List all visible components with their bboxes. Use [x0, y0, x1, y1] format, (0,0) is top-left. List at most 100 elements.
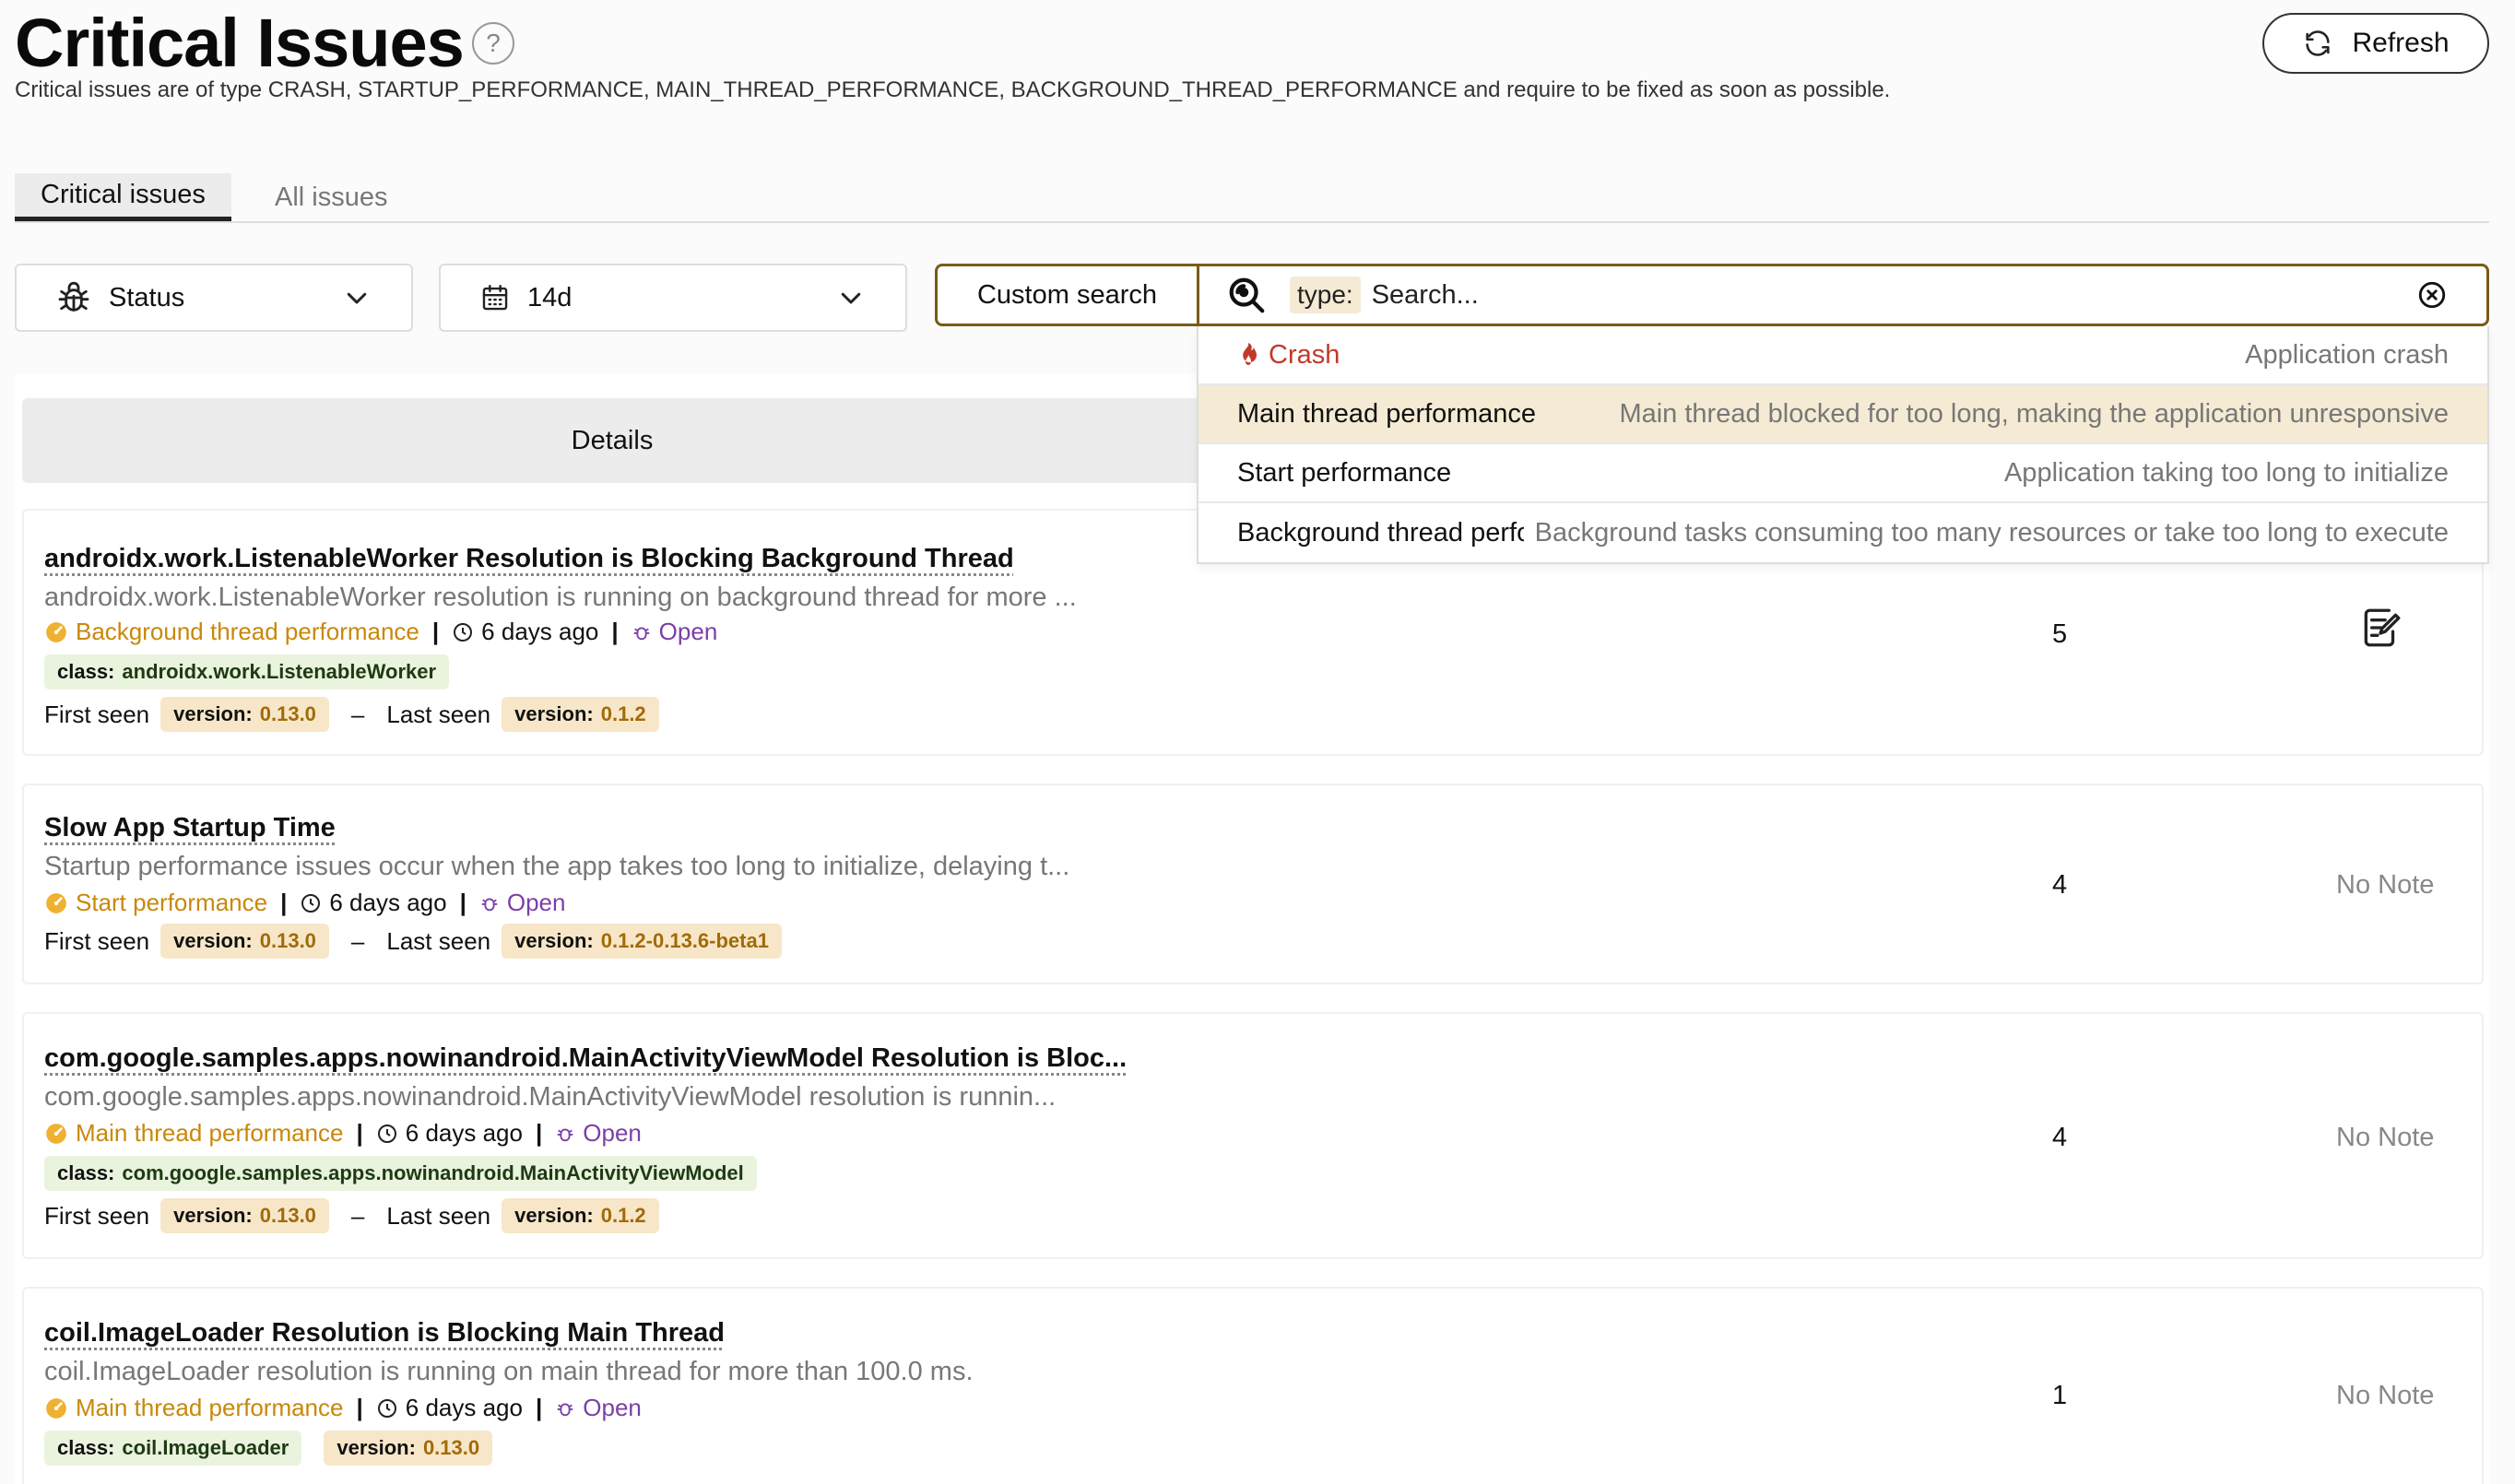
refresh-label: Refresh [2352, 28, 2450, 58]
issue-description: Startup performance issues occur when th… [44, 852, 1070, 881]
issue-note[interactable]: No Note [2336, 1381, 2434, 1411]
issue-status: Open [555, 1394, 642, 1422]
calendar-icon [479, 282, 511, 313]
suggestion-description: Application taking too long to initializ… [2003, 457, 2449, 488]
suggestion-description: Application crash [2245, 339, 2449, 370]
issue-type: Main thread performance [44, 1394, 343, 1422]
refresh-button[interactable]: Refresh [2262, 13, 2489, 74]
issue-meta: Main thread performance | 6 days ago | O… [44, 1394, 642, 1422]
suggestion-label: Main thread performance [1237, 398, 1536, 429]
first-seen-version-chip: version: 0.13.0 [160, 1198, 329, 1233]
issue-title[interactable]: androidx.work.ListenableWorker Resolutio… [44, 544, 1014, 574]
suggestion-background-thread-performance[interactable]: Background thread performance Background… [1198, 503, 2487, 562]
issue-time: 6 days ago [376, 1394, 523, 1422]
issue-time: 6 days ago [452, 618, 598, 646]
bug-icon [632, 622, 652, 642]
clock-icon [452, 621, 474, 643]
issue-meta: Background thread performance | 6 days a… [44, 618, 717, 646]
last-seen-version-chip: version: 0.1.2 [502, 1198, 659, 1233]
page-title: Critical Issues [15, 5, 465, 81]
last-seen-version-chip: version: 0.1.2 [502, 697, 659, 732]
chevron-down-icon [343, 284, 371, 312]
suggestion-description: Main thread blocked for too long, making… [1608, 398, 2449, 430]
clear-search-icon[interactable] [2416, 279, 2448, 311]
issue-row[interactable]: coil.ImageLoader Resolution is Blocking … [22, 1287, 2484, 1484]
clock-icon [376, 1123, 398, 1145]
class-chip: class: com.google.samples.apps.nowinandro… [44, 1156, 757, 1191]
class-chip: class: androidx.work.ListenableWorker [44, 654, 450, 689]
issue-tags: class: androidx.work.ListenableWorker [44, 654, 450, 689]
issue-status: Open [479, 889, 565, 917]
first-seen-version-chip: version: 0.13.0 [160, 924, 329, 959]
tab-all-issues[interactable]: All issues [249, 173, 414, 221]
issue-status: Open [555, 1119, 642, 1148]
issue-tags: class: coil.ImageLoader version: 0.13.0 [44, 1431, 493, 1466]
custom-search-button[interactable]: Custom search [935, 264, 1197, 326]
suggestion-label: Crash [1269, 339, 1340, 370]
issue-count: 4 [2052, 1123, 2068, 1152]
issue-tags: class: com.google.samples.apps.nowinandro… [44, 1156, 757, 1191]
fire-icon [1237, 342, 1259, 368]
separator: | [356, 1119, 363, 1147]
seen-row: First seen version: 0.13.0 – Last seen ve… [44, 924, 782, 959]
issue-note[interactable]: No Note [2336, 1123, 2434, 1153]
refresh-icon [2302, 28, 2333, 59]
type-filter-chip[interactable]: type: [1290, 277, 1361, 313]
bug-icon [555, 1398, 575, 1419]
seen-row: First seen version: 0.13.0 – Last seen ve… [44, 1198, 659, 1233]
issue-time: 6 days ago [300, 889, 447, 917]
separator: | [356, 1394, 363, 1421]
separator: | [611, 618, 619, 645]
separator: | [459, 889, 466, 916]
separator: | [535, 1119, 543, 1147]
issue-type: Main thread performance [44, 1119, 343, 1148]
suggestion-crash[interactable]: Crash Application crash [1198, 326, 2487, 385]
status-filter-select[interactable]: Status [15, 264, 413, 332]
search-icon [1225, 274, 1268, 316]
type-suggestions-dropdown: Crash Application crash Main thread perf… [1197, 326, 2489, 564]
search-input[interactable] [1371, 279, 2416, 311]
bug-icon [55, 279, 92, 316]
edit-note-icon[interactable] [2358, 605, 2404, 651]
issue-title[interactable]: Slow App Startup Time [44, 813, 336, 843]
gauge-icon [44, 620, 68, 644]
issue-status: Open [632, 618, 717, 646]
issue-row[interactable]: com.google.samples.apps.nowinandroid.Mai… [22, 1012, 2484, 1259]
date-range-label: 14d [527, 282, 573, 312]
separator: | [431, 618, 440, 645]
issue-count: 1 [2052, 1381, 2068, 1410]
issue-count: 5 [2052, 619, 2068, 649]
last-seen-version-chip: version: 0.1.2-0.13.6-beta1 [502, 924, 782, 959]
details-column-header[interactable]: Details [22, 398, 1202, 483]
suggestion-main-thread-performance[interactable]: Main thread performance Main thread bloc… [1198, 385, 2487, 444]
chevron-down-icon [837, 284, 865, 312]
bug-icon [555, 1124, 575, 1144]
issue-title[interactable]: coil.ImageLoader Resolution is Blocking … [44, 1318, 725, 1349]
separator: | [535, 1394, 543, 1421]
suggestion-start-performance[interactable]: Start performance Application taking too… [1198, 444, 2487, 503]
issue-description: coil.ImageLoader resolution is running o… [44, 1357, 974, 1386]
status-filter-label: Status [109, 282, 185, 312]
bug-icon [479, 893, 500, 913]
tab-critical-issues[interactable]: Critical issues [15, 173, 231, 221]
date-range-select[interactable]: 14d [439, 264, 907, 332]
seen-row: First seen version: 0.13.0 – Last seen ve… [44, 697, 659, 732]
issue-type: Background thread performance [44, 618, 419, 646]
page-subtitle: Critical issues are of type CRASH, START… [15, 77, 1891, 102]
clock-icon [300, 892, 322, 914]
issue-description: com.google.samples.apps.nowinandroid.Mai… [44, 1082, 1057, 1112]
gauge-icon [44, 1396, 68, 1420]
issue-note[interactable]: No Note [2336, 870, 2434, 901]
issue-meta: Start performance | 6 days ago | Open [44, 889, 565, 917]
first-seen-version-chip: version: 0.13.0 [160, 697, 329, 732]
issue-meta: Main thread performance | 6 days ago | O… [44, 1119, 642, 1148]
separator: | [280, 889, 288, 916]
help-icon[interactable]: ? [472, 22, 514, 65]
issue-count: 4 [2052, 870, 2068, 900]
suggestion-label: Start performance [1237, 457, 1452, 488]
issue-row[interactable]: Slow App Startup Time Startup performanc… [22, 783, 2484, 984]
search-box: type: [1197, 264, 2489, 326]
class-chip: class: coil.ImageLoader [44, 1431, 302, 1466]
gauge-icon [44, 891, 68, 915]
issue-title[interactable]: com.google.samples.apps.nowinandroid.Mai… [44, 1043, 1127, 1074]
